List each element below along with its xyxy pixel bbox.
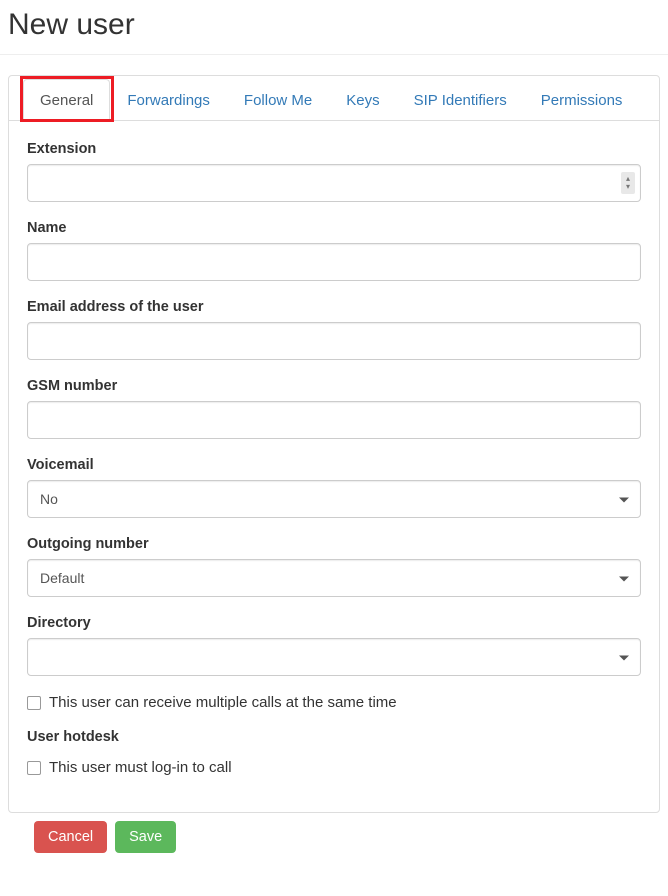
email-input[interactable] (27, 322, 641, 360)
tab-keys[interactable]: Keys (329, 79, 396, 121)
name-label: Name (27, 220, 641, 236)
cancel-button[interactable]: Cancel (34, 821, 107, 853)
name-group: Name (27, 220, 641, 281)
gsm-label: GSM number (27, 378, 641, 394)
must-login-group: This user must log-in to call (27, 759, 641, 776)
tab-follow-me[interactable]: Follow Me (227, 79, 329, 121)
form-panel: General Forwardings Follow Me Keys SIP I… (8, 75, 660, 813)
save-button[interactable]: Save (115, 821, 176, 853)
voicemail-label: Voicemail (27, 457, 641, 473)
extension-label: Extension (27, 141, 641, 157)
directory-group: Directory (27, 615, 641, 676)
directory-select[interactable] (27, 638, 641, 676)
extension-input[interactable] (27, 164, 641, 202)
directory-label: Directory (27, 615, 641, 631)
page-title: New user (0, 0, 668, 55)
must-login-label[interactable]: This user must log-in to call (49, 759, 232, 776)
voicemail-select[interactable]: No (27, 480, 641, 518)
voicemail-group: Voicemail No (27, 457, 641, 518)
email-label: Email address of the user (27, 299, 641, 315)
extension-group: Extension ▴ ▾ (27, 141, 641, 202)
outgoing-number-group: Outgoing number Default (27, 536, 641, 597)
tab-sip-identifiers[interactable]: SIP Identifiers (397, 79, 524, 121)
button-row: Cancel Save (0, 821, 668, 853)
multi-calls-group: This user can receive multiple calls at … (27, 694, 641, 711)
multi-calls-checkbox[interactable] (27, 696, 41, 710)
gsm-group: GSM number (27, 378, 641, 439)
tab-general[interactable]: General (23, 79, 110, 121)
form-body: Extension ▴ ▾ Name Email address of the … (9, 121, 659, 812)
name-input[interactable] (27, 243, 641, 281)
outgoing-number-label: Outgoing number (27, 536, 641, 552)
tab-permissions[interactable]: Permissions (524, 79, 640, 121)
tab-forwardings[interactable]: Forwardings (110, 79, 227, 121)
tabs-nav: General Forwardings Follow Me Keys SIP I… (9, 76, 659, 121)
gsm-input[interactable] (27, 401, 641, 439)
email-group: Email address of the user (27, 299, 641, 360)
hotdesk-section-label: User hotdesk (27, 729, 641, 745)
outgoing-number-select[interactable]: Default (27, 559, 641, 597)
must-login-checkbox[interactable] (27, 761, 41, 775)
multi-calls-label[interactable]: This user can receive multiple calls at … (49, 694, 397, 711)
